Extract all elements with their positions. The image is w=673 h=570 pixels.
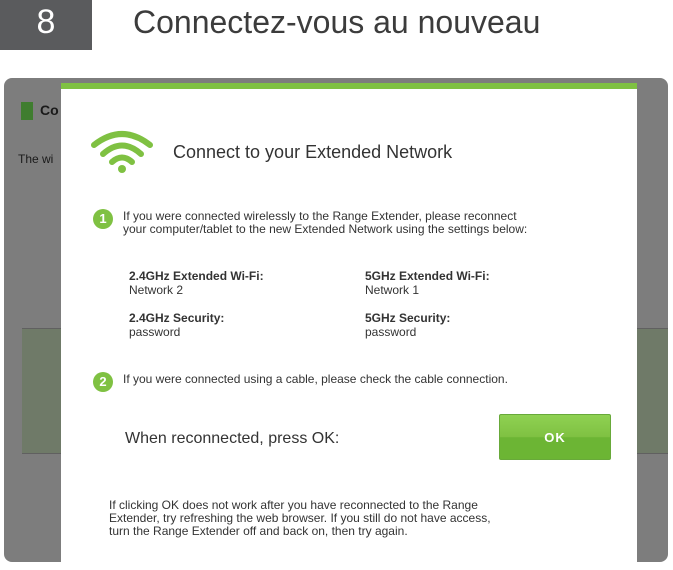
troubleshooting-line-2: Extender, try refreshing the web browser…	[109, 511, 491, 525]
wifi-24ghz-value: Network 2	[129, 283, 184, 297]
security-24ghz-value: password	[129, 325, 181, 339]
wifi-5ghz-label: 5GHz Extended Wi-Fi:	[365, 269, 490, 283]
dialog-title: Connect to your Extended Network	[173, 142, 453, 162]
wifi-icon	[91, 131, 153, 173]
troubleshooting-note: If clicking OK does not work after you h…	[109, 499, 579, 538]
wifi-5ghz-value: Network 1	[365, 283, 420, 297]
wifi-24ghz-setting: 2.4GHz Extended Wi-Fi: Network 2	[129, 269, 264, 297]
step-1-line-2: your computer/tablet to the new Extended…	[123, 222, 528, 236]
number-2-icon: 2	[93, 372, 113, 392]
step-header: 8 Connectez-vous au nouveau	[0, 0, 673, 50]
step-1-text: If you were connected wirelessly to the …	[123, 210, 527, 236]
reconnect-label: When reconnected, press OK:	[125, 430, 340, 447]
wifi-24ghz-label: 2.4GHz Extended Wi-Fi:	[129, 269, 264, 283]
security-5ghz-setting: 5GHz Security: password	[365, 311, 450, 339]
connect-dialog: Connect to your Extended Network 1 If yo…	[61, 83, 637, 570]
number-1-icon: 1	[93, 209, 113, 229]
step-title: Connectez-vous au nouveau	[133, 4, 541, 40]
security-24ghz-setting: 2.4GHz Security: password	[129, 311, 224, 339]
background-page-title: Co	[40, 102, 59, 118]
security-5ghz-label: 5GHz Security:	[365, 311, 451, 325]
step-1-line-1: If you were connected wirelessly to the …	[123, 209, 517, 223]
step-2-text: If you were connected using a cable, ple…	[123, 372, 508, 386]
troubleshooting-line-1: If clicking OK does not work after you h…	[109, 498, 478, 512]
background-title-marker	[21, 102, 33, 120]
security-24ghz-label: 2.4GHz Security:	[129, 311, 225, 325]
wifi-5ghz-setting: 5GHz Extended Wi-Fi: Network 1	[365, 269, 490, 297]
step-number-badge: 8	[0, 0, 92, 50]
troubleshooting-line-3: turn the Range Extender off and back on,…	[109, 524, 408, 538]
background-page-text: The wi	[18, 152, 54, 166]
ok-button[interactable]: OK	[499, 414, 611, 460]
security-5ghz-value: password	[365, 325, 417, 339]
